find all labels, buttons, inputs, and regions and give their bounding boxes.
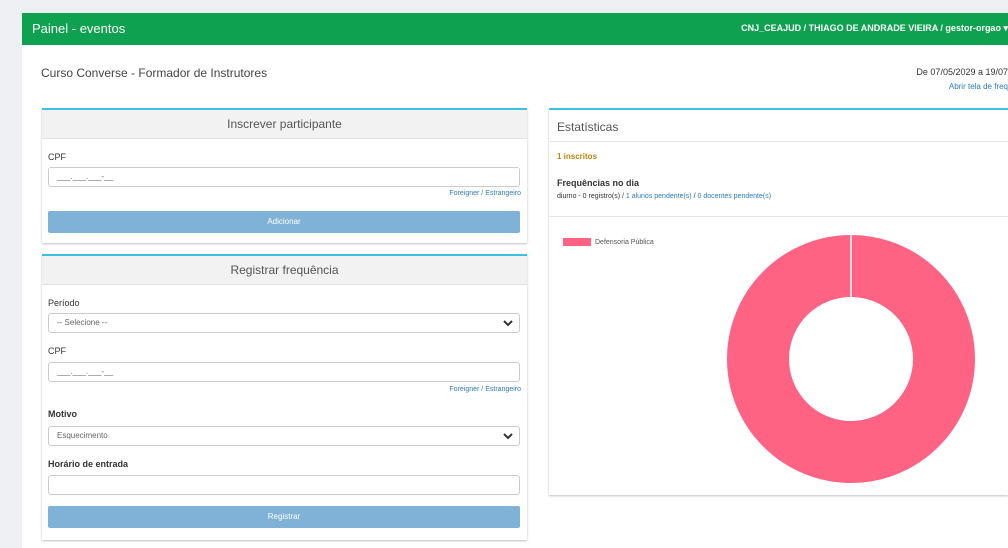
- app-title[interactable]: Painel - eventos: [32, 21, 125, 36]
- date-range: De 07/05/2029 a 19/07: [916, 67, 1008, 77]
- cpf-input[interactable]: ___.___.___-__: [48, 167, 520, 187]
- entry-time-label: Horário de entrada: [48, 459, 129, 469]
- register-button[interactable]: Registrar: [48, 506, 520, 528]
- stats-panel: Estatísticas 1 inscritos Frequências no …: [549, 108, 1008, 495]
- user-name: CNJ_CEAJUD / THIAGO DE ANDRADE VIEIRA / …: [741, 23, 1001, 33]
- page: Painel - eventos CNJ_CEAJUD / THIAGO DE …: [22, 13, 1008, 548]
- chevron-down-icon: [503, 320, 513, 327]
- period-label: Período: [48, 298, 80, 308]
- chevron-down-icon: ▾: [1003, 23, 1008, 33]
- open-attendance-link[interactable]: Abrir tela de freq: [949, 82, 1008, 91]
- enroll-panel: Inscrever participante CPF ___.___.___-_…: [42, 108, 527, 243]
- entry-time-input[interactable]: [48, 475, 520, 495]
- cpf-label: CPF: [48, 152, 66, 162]
- reason-select[interactable]: Esquecimento: [48, 426, 520, 446]
- reason-label: Motivo: [48, 409, 77, 419]
- foreigner-link[interactable]: Foreigner / Estrangeiro: [449, 386, 521, 393]
- page-title: Curso Converse - Formador de Instrutores: [41, 66, 268, 80]
- add-button[interactable]: Adicionar: [48, 211, 520, 233]
- user-menu[interactable]: CNJ_CEAJUD / THIAGO DE ANDRADE VIEIRA / …: [741, 23, 1008, 34]
- period-select[interactable]: -- Selecione --: [48, 313, 520, 333]
- reason-value: Esquecimento: [57, 431, 108, 440]
- attendance-heading: Registrar frequência: [42, 256, 527, 285]
- enroll-heading: Inscrever participante: [42, 110, 527, 139]
- chevron-down-icon: [503, 433, 513, 440]
- cpf-input[interactable]: ___.___.___-__: [48, 362, 520, 382]
- period-value: -- Selecione --: [57, 318, 108, 327]
- cpf-label: CPF: [48, 346, 66, 356]
- attendance-panel: Registrar frequência Período -- Selecion…: [42, 254, 527, 540]
- foreigner-link[interactable]: Foreigner / Estrangeiro: [449, 190, 521, 197]
- top-navbar: Painel - eventos CNJ_CEAJUD / THIAGO DE …: [22, 13, 1008, 45]
- donut-chart: [727, 235, 975, 483]
- course-header: Curso Converse - Formador de Instrutores…: [22, 45, 1008, 99]
